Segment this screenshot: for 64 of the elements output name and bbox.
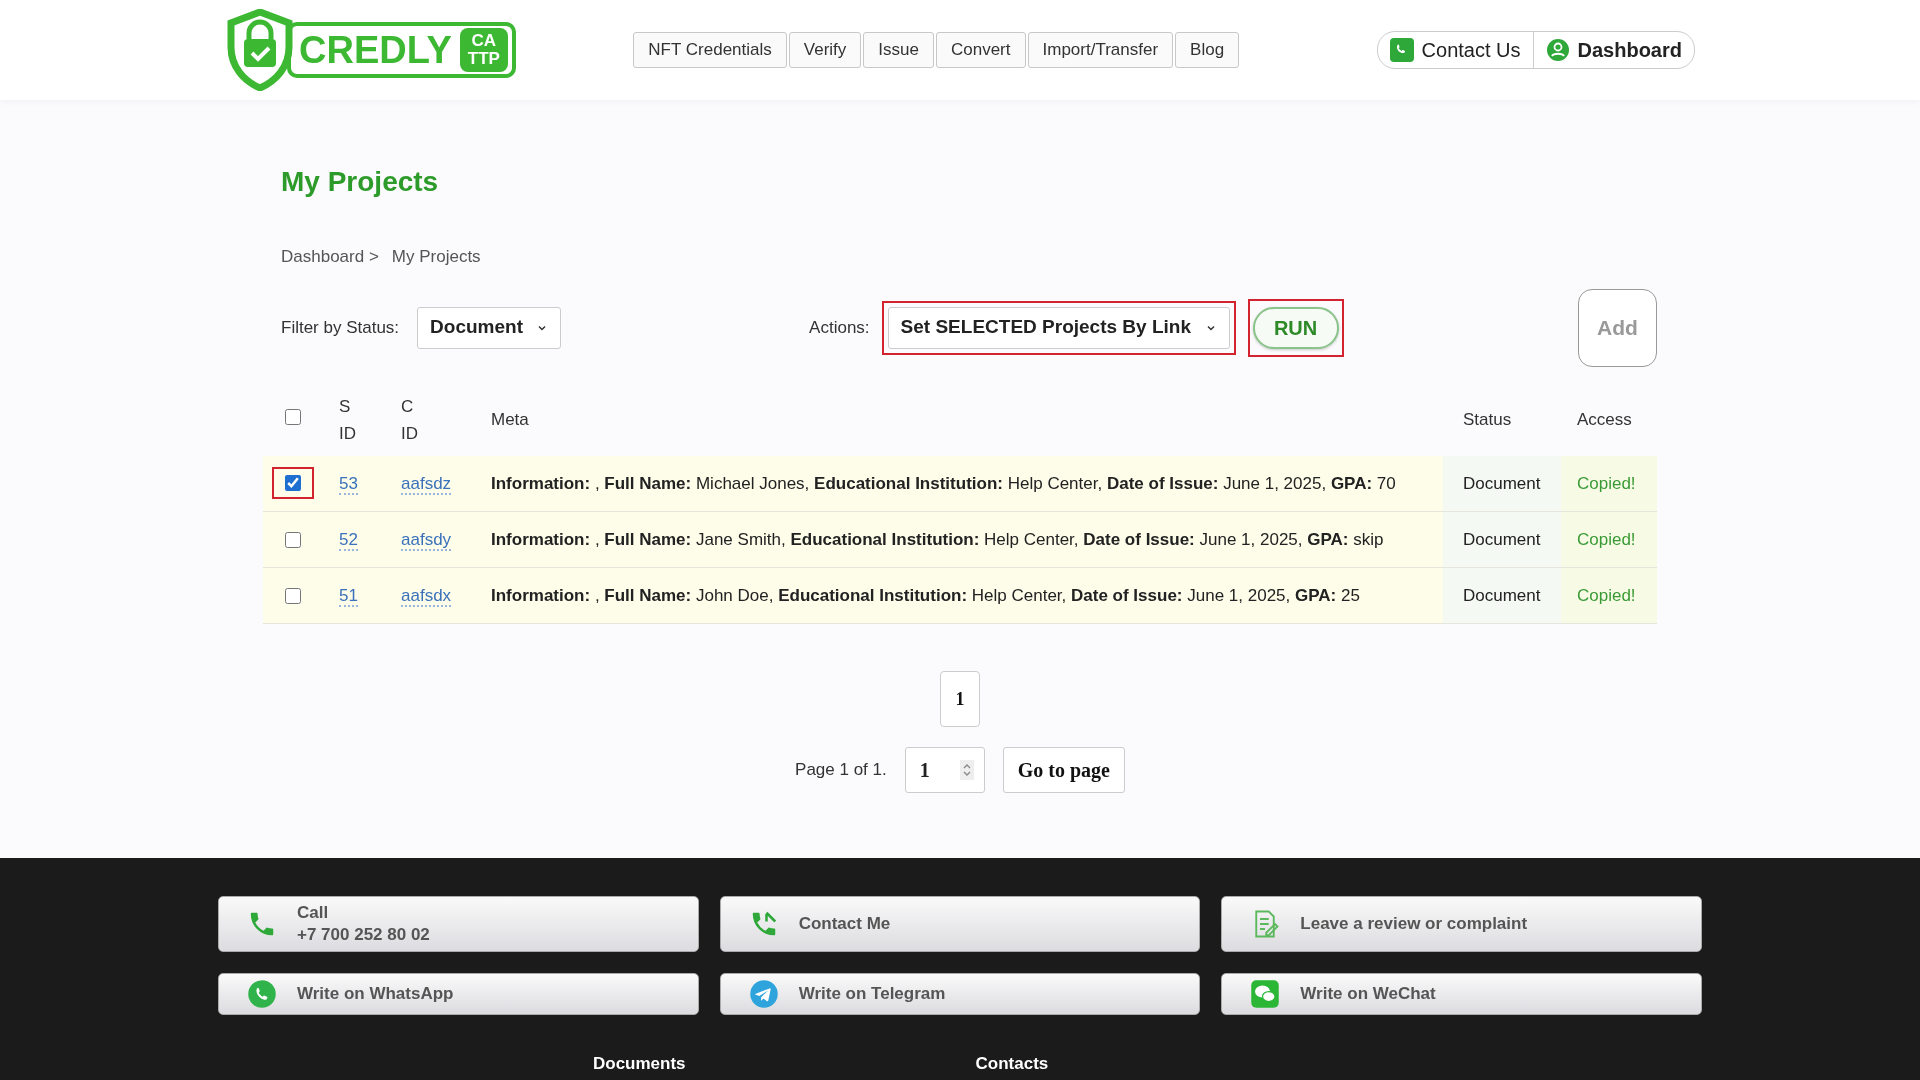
meta-text: Information: , Full Name: Michael Jones, Educational Institution: Help Center, Date of Issue: June 1, 2025, GPA: 70 (491, 473, 1396, 493)
footer-heading: Documents (593, 1053, 686, 1075)
shield-check-icon (225, 9, 295, 91)
footer-heading: Contacts (975, 1053, 1049, 1075)
nav-link[interactable]: Import/Transfer (1027, 32, 1174, 68)
access-status: Copied! (1577, 585, 1636, 605)
breadcrumb-item: My Projects (391, 246, 481, 268)
column-header: Access (1577, 409, 1633, 431)
phone-icon (1389, 38, 1414, 62)
page-summary: Page 1 of 1. (795, 759, 887, 782)
chat-bubbles-icon (1250, 979, 1281, 1009)
contact-option-button[interactable]: Leave a review or complaint (1221, 896, 1702, 952)
table-row[interactable]: 53 aafsdz Information: , Full Name: Michael Jones, Educational Institution: Help Center, Date of Issue: June 1, 2025, GPA: 70 Document Copied! (263, 455, 1657, 512)
table-row[interactable]: 51 aafsdx Information: , Full Name: John Doe, Educational Institution: Help Center, Date of Issue: June 1, 2025, GPA: 25 Document Copied! (263, 567, 1657, 624)
nav-link[interactable]: Issue (863, 32, 934, 68)
nav-link[interactable]: Blog (1175, 32, 1240, 68)
column-header: S ID (339, 395, 357, 445)
meta-text: Information: , Full Name: John Doe, Educational Institution: Help Center, Date of Issue: June 1, 2025, GPA: 25 (491, 585, 1360, 605)
row-checkbox[interactable] (285, 587, 301, 604)
actions-label: Actions: (809, 316, 870, 339)
whatsapp-icon (247, 979, 277, 1009)
nav-link[interactable]: Convert (935, 32, 1026, 68)
contact-option-button[interactable]: Write on WhatsApp (218, 973, 699, 1015)
table-row[interactable]: 52 aafsdy Information: , Full Name: Jane Smith, Educational Institution: Help Center, Date of Issue: June 1, 2025, GPA: skip Document Copied! (263, 511, 1657, 568)
actions-select[interactable]: Set SELECTED Projects By Link (881, 300, 1236, 355)
column-header: C ID (401, 395, 419, 445)
page-button[interactable]: 1 (940, 671, 980, 727)
stepper-icon (959, 760, 974, 780)
contact-us-link[interactable]: Contact Us (1377, 32, 1534, 68)
access-status: Copied! (1577, 473, 1636, 493)
status-text: Document (1463, 529, 1541, 549)
contact-option-button[interactable]: Write on WeChat (1221, 973, 1702, 1015)
logo-wordmark: CREDLY (299, 31, 452, 69)
row-checkbox[interactable] (285, 531, 301, 548)
select-all-checkbox[interactable] (285, 408, 301, 425)
page-title: My Projects (281, 168, 440, 196)
filter-label: Filter by Status: (281, 316, 400, 339)
status-text: Document (1463, 585, 1541, 605)
dashboard-link[interactable]: Dashboard (1533, 32, 1694, 68)
go-to-page-button[interactable]: Go to page (1002, 747, 1125, 793)
contact-option-button[interactable]: Contact Me (719, 896, 1201, 952)
run-button[interactable]: RUN (1247, 298, 1344, 357)
nav-link[interactable]: Verify (788, 32, 862, 68)
contact-option-button[interactable]: Call +7 700 252 80 02 (218, 896, 699, 952)
status-text: Document (1463, 473, 1541, 493)
telegram-icon (748, 979, 779, 1009)
status-filter-select[interactable]: Document (417, 306, 562, 349)
logo-badge: CA TTP (459, 28, 508, 72)
sid-link[interactable]: 52 (339, 529, 358, 551)
nav-link[interactable]: NFT Credentials (633, 32, 787, 68)
column-header: Status (1463, 409, 1513, 431)
cid-link[interactable]: aafsdy (401, 529, 452, 551)
cid-link[interactable]: aafsdx (401, 585, 452, 607)
cid-link[interactable]: aafsdz (401, 473, 452, 495)
access-status: Copied! (1577, 529, 1636, 549)
breadcrumb-item[interactable]: Dashboard > (281, 244, 379, 270)
sid-link[interactable]: 51 (339, 585, 358, 607)
user-icon (1545, 38, 1570, 62)
contact-option-button[interactable]: Write on Telegram (719, 973, 1201, 1015)
meta-text: Information: , Full Name: Jane Smith, Educational Institution: Help Center, Date of Issue: June 1, 2025, GPA: skip (491, 529, 1384, 549)
sid-link[interactable]: 53 (339, 473, 358, 495)
page-number-field[interactable]: 1 (904, 747, 985, 793)
column-header: Meta (491, 409, 530, 431)
row-checkbox[interactable] (285, 475, 301, 492)
